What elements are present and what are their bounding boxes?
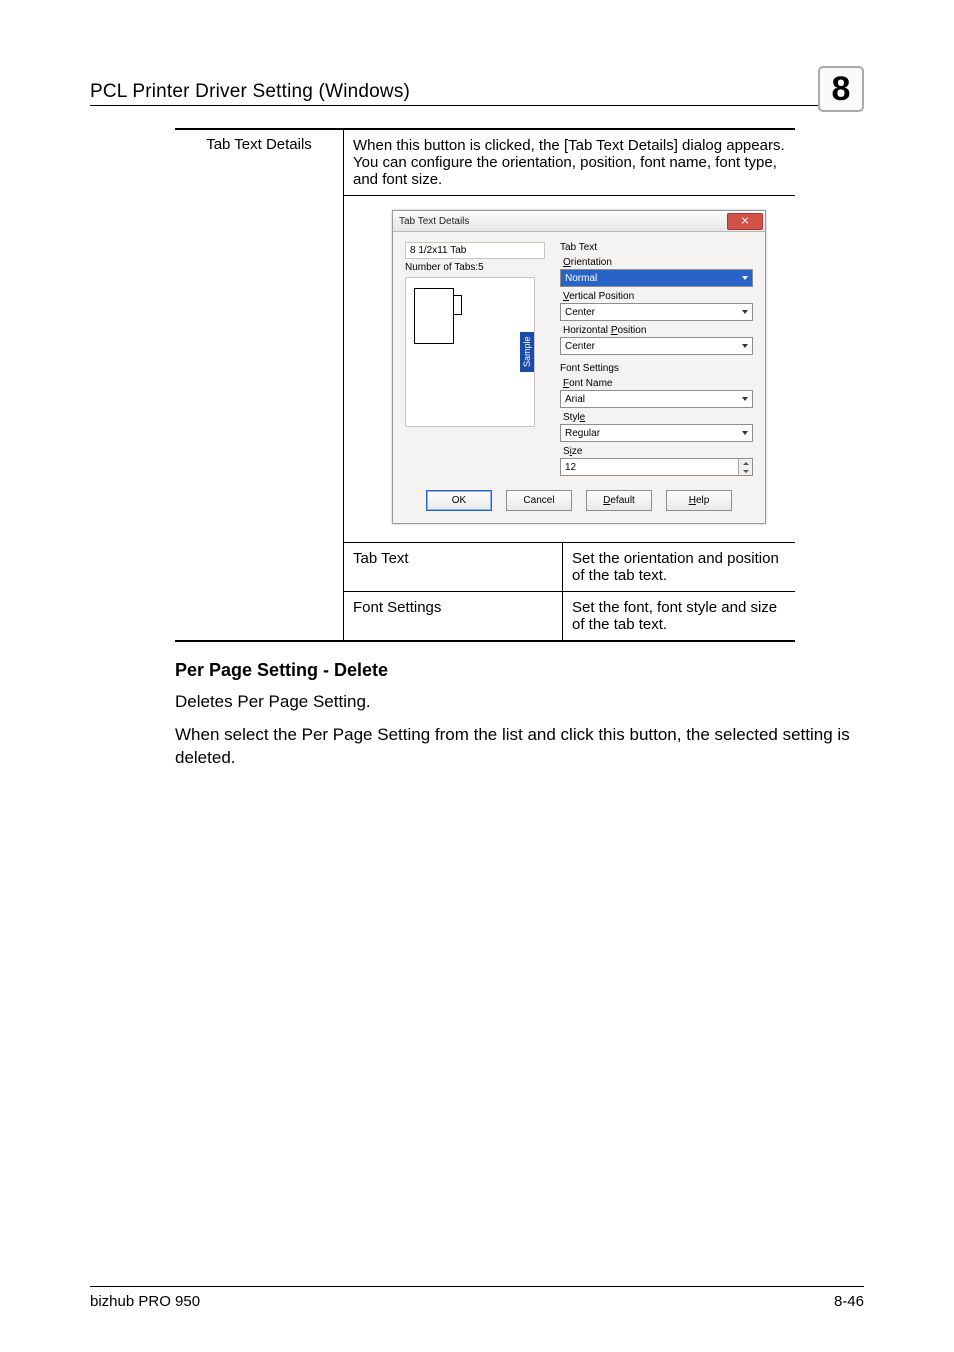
- chevron-down-icon: [740, 307, 750, 317]
- chevron-down-icon: [740, 428, 750, 438]
- header-right: 8: [818, 60, 864, 103]
- section-paragraph: When select the Per Page Setting from th…: [175, 724, 864, 770]
- chapter-badge: 8: [818, 66, 864, 112]
- font-name-combo[interactable]: Arial: [560, 390, 753, 408]
- settings-table: Tab Text Details When this button is cli…: [175, 128, 795, 642]
- group-font-settings: Font Settings: [560, 363, 753, 374]
- style-label: Style: [563, 412, 753, 423]
- chevron-down-icon: [740, 341, 750, 351]
- sub-row-desc: Set the orientation and position of the …: [563, 543, 796, 592]
- close-icon[interactable]: [727, 213, 763, 230]
- header-title: PCL Printer Driver Setting (Windows): [90, 81, 410, 103]
- tab-shape-icon: [414, 288, 454, 344]
- help-button[interactable]: Help: [666, 490, 732, 511]
- font-name-label: Font Name: [563, 378, 753, 389]
- product-name: bizhub PRO 950: [90, 1293, 200, 1310]
- paper-size-box: 8 1/2x11 Tab: [405, 242, 545, 259]
- dialog-screenshot: Tab Text Details 8 1/2x11 Tab Number of …: [344, 196, 795, 542]
- size-label: Size: [563, 446, 753, 457]
- orientation-label: Orientation: [563, 257, 753, 268]
- size-spinner[interactable]: 12: [560, 458, 753, 476]
- tab-preview: Sample: [405, 277, 535, 427]
- spinner-up-icon[interactable]: [738, 459, 752, 467]
- page-footer: bizhub PRO 950 8-46: [90, 1286, 864, 1310]
- row-description: When this button is clicked, the [Tab Te…: [344, 129, 796, 196]
- section-heading: Per Page Setting - Delete: [175, 660, 864, 681]
- dialog-title: Tab Text Details: [399, 216, 469, 227]
- vertical-position-combo[interactable]: Center: [560, 303, 753, 321]
- spinner-down-icon[interactable]: [738, 467, 752, 475]
- chevron-down-icon: [740, 273, 750, 283]
- row-label: Tab Text Details: [175, 129, 344, 641]
- style-value: Regular: [565, 428, 600, 439]
- section-paragraph: Deletes Per Page Setting.: [175, 691, 864, 714]
- size-value: 12: [565, 462, 576, 473]
- number-of-tabs-label: Number of Tabs:5: [405, 262, 550, 273]
- horizontal-position-value: Center: [565, 341, 595, 352]
- cancel-button[interactable]: Cancel: [506, 490, 572, 511]
- page-header: PCL Printer Driver Setting (Windows) 8: [90, 60, 864, 106]
- vertical-position-value: Center: [565, 307, 595, 318]
- horizontal-position-label: Horizontal Position: [563, 325, 753, 336]
- chapter-number: 8: [832, 70, 851, 109]
- default-button[interactable]: Default: [586, 490, 652, 511]
- sample-tab: Sample: [520, 332, 534, 372]
- orientation-value: Normal: [565, 273, 597, 284]
- vertical-position-label: Vertical Position: [563, 291, 753, 302]
- ok-button[interactable]: OK: [426, 490, 492, 511]
- page-number: 8-46: [834, 1293, 864, 1310]
- chevron-down-icon: [740, 394, 750, 404]
- sub-row-label: Tab Text: [344, 543, 563, 592]
- sub-row-label: Font Settings: [344, 592, 563, 642]
- font-name-value: Arial: [565, 394, 585, 405]
- dialog-titlebar: Tab Text Details: [393, 211, 765, 232]
- orientation-combo[interactable]: Normal: [560, 269, 753, 287]
- group-tab-text: Tab Text: [560, 242, 753, 253]
- style-combo[interactable]: Regular: [560, 424, 753, 442]
- horizontal-position-combo[interactable]: Center: [560, 337, 753, 355]
- sub-row-desc: Set the font, font style and size of the…: [563, 592, 796, 642]
